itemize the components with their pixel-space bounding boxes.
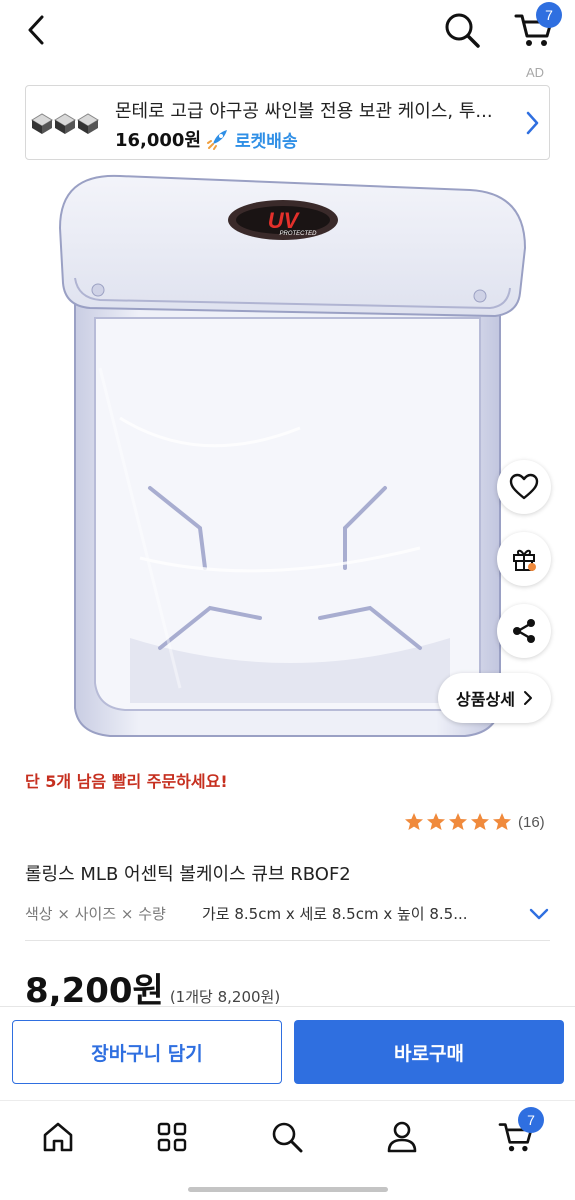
ad-product-thumbnail	[31, 113, 99, 134]
rocket-icon	[207, 130, 228, 150]
bottom-navigation: 7	[0, 1100, 575, 1200]
purchase-bar: 장바구니 담기 바로구매	[0, 1006, 575, 1096]
rocket-delivery-label: 로켓배송	[235, 131, 298, 152]
cart-button[interactable]: 7	[510, 2, 562, 52]
star-icon	[427, 813, 445, 830]
star-icon	[449, 813, 467, 830]
nav-search[interactable]	[263, 1115, 311, 1159]
cart-count-badge: 7	[518, 1107, 544, 1133]
uv-protected-logo: UV PROTECTED	[228, 200, 338, 240]
rating-summary[interactable]: (16)	[404, 812, 545, 832]
top-bar: 7	[0, 0, 575, 62]
chevron-right-icon	[526, 111, 539, 135]
review-count: (16)	[518, 813, 545, 831]
star-icon	[493, 813, 511, 830]
wishlist-button[interactable]	[497, 460, 551, 514]
star-icon	[405, 813, 423, 830]
ad-price: 16,000원	[115, 130, 202, 151]
gift-icon	[513, 549, 536, 571]
product-detail-button[interactable]: 상품상세	[438, 673, 551, 723]
sale-price: 8,200원	[25, 971, 164, 1011]
chevron-down-icon	[529, 908, 549, 920]
nav-cart[interactable]: 7	[492, 1107, 544, 1159]
unit-price: (1개당 8,200원)	[169, 988, 281, 1006]
nav-categories[interactable]	[148, 1115, 196, 1159]
divider	[25, 940, 550, 941]
cart-count-badge: 7	[536, 2, 562, 28]
search-icon	[445, 13, 480, 48]
chevron-right-icon	[523, 691, 532, 705]
back-button[interactable]	[18, 10, 54, 50]
gift-button[interactable]	[497, 532, 551, 586]
uv-logo-text: UV	[268, 208, 301, 233]
grid-icon	[157, 1122, 187, 1152]
chevron-left-icon	[28, 15, 44, 45]
product-image[interactable]: UV PROTECTED	[0, 168, 575, 748]
star-icon	[471, 813, 489, 830]
ad-price-row: 16,000원 로켓배송	[115, 126, 298, 152]
sponsored-product-card[interactable]: 몬테로 고급 야구공 싸인볼 전용 보관 케이스, 투... 16,000원 로…	[25, 85, 550, 160]
product-title: 롤링스 MLB 어센틱 볼케이스 큐브 RBOF2	[25, 864, 351, 885]
share-button[interactable]	[497, 604, 551, 658]
low-stock-warning: 단 5개 남음 빨리 주문하세요!	[25, 772, 228, 791]
add-to-cart-button[interactable]: 장바구니 담기	[12, 1020, 282, 1084]
buy-now-button[interactable]: 바로구매	[294, 1020, 564, 1084]
option-value: 가로 8.5cm x 세로 8.5cm x 높이 8.5...	[202, 905, 468, 923]
nav-my-account[interactable]	[378, 1115, 426, 1159]
ad-product-title: 몬테로 고급 야구공 싸인볼 전용 보관 케이스, 투...	[115, 101, 493, 122]
home-indicator[interactable]	[188, 1187, 388, 1192]
ad-label: AD	[526, 65, 545, 80]
option-label: 색상 × 사이즈 × 수량	[25, 905, 166, 923]
nav-home[interactable]	[34, 1115, 82, 1159]
option-selector[interactable]: 색상 × 사이즈 × 수량 가로 8.5cm x 세로 8.5cm x 높이 8…	[25, 903, 555, 929]
user-icon	[387, 1121, 417, 1153]
uv-logo-subtext: PROTECTED	[279, 231, 317, 237]
search-button[interactable]	[440, 8, 484, 52]
home-icon	[43, 1122, 73, 1152]
search-icon	[272, 1122, 303, 1153]
share-icon	[513, 619, 535, 643]
product-detail-label: 상품상세	[456, 690, 515, 709]
price-row: 8,200원 (1개당 8,200원)	[25, 963, 280, 1012]
heart-icon	[509, 473, 539, 500]
